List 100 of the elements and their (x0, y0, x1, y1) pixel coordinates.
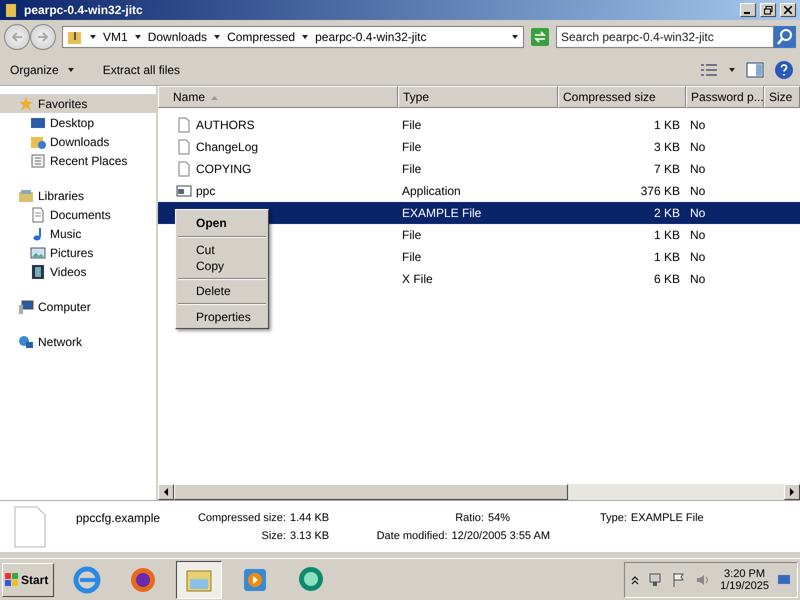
detail-value: 54% (488, 512, 511, 524)
menu-item[interactable]: Open (178, 213, 266, 237)
caret-icon (89, 33, 97, 41)
caret-icon (134, 33, 142, 41)
window-title: pearpc-0.4-win32-jitc (24, 3, 144, 17)
detail-label: Date modified: (376, 530, 448, 542)
table-cell-text: No (689, 250, 706, 264)
search-field[interactable]: Search pearpc-0.4-win32-jitc (556, 26, 774, 48)
search-icon (774, 26, 796, 48)
table-cell-text: No (689, 140, 706, 154)
file-name: ppccfg.example (75, 510, 160, 526)
application-icon (176, 183, 192, 199)
table-cell-text: 6 KB (652, 272, 681, 286)
detail-value: EXAMPLE File (630, 512, 705, 524)
menu-item[interactable]: Copy (178, 258, 266, 279)
network-icon (647, 572, 663, 588)
triangle-left-icon (163, 488, 169, 496)
view-list-icon (700, 62, 718, 78)
table-cell-text: 1 KB (652, 118, 681, 132)
show-desktop-icon (777, 574, 791, 586)
sidebar-item[interactable]: Computer (0, 297, 156, 316)
preview-pane-icon (746, 62, 764, 78)
toolbar-button[interactable]: Extract all files (98, 60, 184, 78)
table-cell-text: No (689, 206, 706, 220)
sidebar-item[interactable]: Network (0, 332, 156, 351)
detail-label: Type: (600, 512, 627, 524)
sidebar-item[interactable]: Favorites (0, 94, 156, 113)
clock-date: 1/19/2025 (720, 580, 769, 592)
file-icon (176, 117, 192, 133)
table-cell-text: File (401, 162, 422, 176)
breadcrumb[interactable]: VM1 (103, 30, 128, 44)
sidebar-item[interactable]: Documents (0, 205, 156, 224)
sidebar-item[interactable]: Music (0, 224, 156, 243)
breadcrumb[interactable]: Downloads (148, 30, 208, 44)
table-cell-text: No (689, 184, 706, 198)
arrow-right-icon (37, 31, 49, 43)
close-icon (784, 6, 792, 14)
detail-label: Ratio: (455, 512, 484, 524)
menu-item[interactable]: Delete (178, 283, 266, 304)
scrollbar-thumb[interactable] (174, 484, 568, 500)
windows-logo-icon (5, 572, 19, 586)
sort-arrow-icon (211, 94, 218, 100)
column-header[interactable]: Type (398, 86, 558, 108)
column-header[interactable]: Name (158, 86, 398, 108)
detail-label: Size: (262, 530, 286, 542)
table-cell-text: File (401, 228, 422, 242)
table-cell-text: No (689, 228, 706, 242)
start-button[interactable]: Start (2, 562, 54, 596)
zip-folder-icon (67, 29, 83, 45)
sidebar-item[interactable]: Recent Places (0, 151, 156, 170)
detail-value: 12/20/2005 3:55 AM (452, 530, 550, 542)
file-name: AUTHORS (196, 118, 255, 132)
pictures-icon (30, 244, 46, 260)
restore-button[interactable] (760, 3, 776, 17)
table-cell-text: 3 KB (652, 140, 681, 154)
star-icon (18, 96, 34, 112)
scroll-left-button[interactable] (158, 484, 174, 500)
toolbar-button[interactable]: Organize (6, 60, 79, 78)
sidebar-item[interactable]: Downloads (0, 132, 156, 151)
address-bar[interactable]: VM1 Downloads Compressed pearpc-0.4-win32-jitc (62, 26, 524, 48)
taskbar-button[interactable] (176, 560, 222, 598)
table-cell-text: No (689, 272, 706, 286)
restore-icon (764, 6, 772, 14)
libraries-icon (18, 188, 34, 204)
sidebar-item[interactable]: Videos (0, 262, 156, 281)
scroll-right-button[interactable] (784, 484, 800, 500)
arrow-left-icon (11, 31, 23, 43)
table-cell-text: 1 KB (652, 228, 681, 242)
table-cell-text: No (689, 162, 706, 176)
table-cell-text: X File (401, 272, 434, 286)
breadcrumb[interactable]: Compressed (227, 30, 296, 44)
column-header[interactable]: Compressed size (558, 86, 686, 108)
caret-icon (728, 66, 736, 74)
computer-icon (18, 298, 34, 314)
close-button[interactable] (780, 3, 796, 17)
sidebar-item[interactable]: Libraries (0, 186, 156, 205)
column-header[interactable]: Size (764, 86, 800, 108)
table-cell-text: File (401, 140, 422, 154)
menu-item[interactable]: Cut (178, 241, 266, 258)
flag-icon (671, 572, 687, 588)
file-name: ChangeLog (196, 140, 258, 154)
caret-icon (511, 33, 519, 41)
file-icon (13, 506, 47, 548)
detail-label: Compressed size: (198, 512, 286, 524)
back-button[interactable] (4, 24, 30, 50)
forward-button[interactable] (30, 24, 56, 50)
file-name: COPYING (196, 162, 252, 176)
minimize-button[interactable] (740, 3, 756, 17)
sidebar-item[interactable]: Desktop (0, 113, 156, 132)
caret-icon (213, 33, 222, 41)
table-cell-text: 2 KB (652, 206, 681, 220)
menu-item[interactable]: Properties (178, 308, 266, 325)
help-icon (774, 60, 794, 80)
network-icon (18, 334, 34, 350)
caret-icon (301, 33, 310, 41)
sidebar-item[interactable]: Pictures (0, 243, 156, 262)
table-cell-text: Application (401, 184, 462, 198)
column-header[interactable]: Password p... (686, 86, 764, 108)
table-cell-text: 376 KB (640, 184, 681, 198)
breadcrumb[interactable]: pearpc-0.4-win32-jitc (315, 30, 426, 44)
